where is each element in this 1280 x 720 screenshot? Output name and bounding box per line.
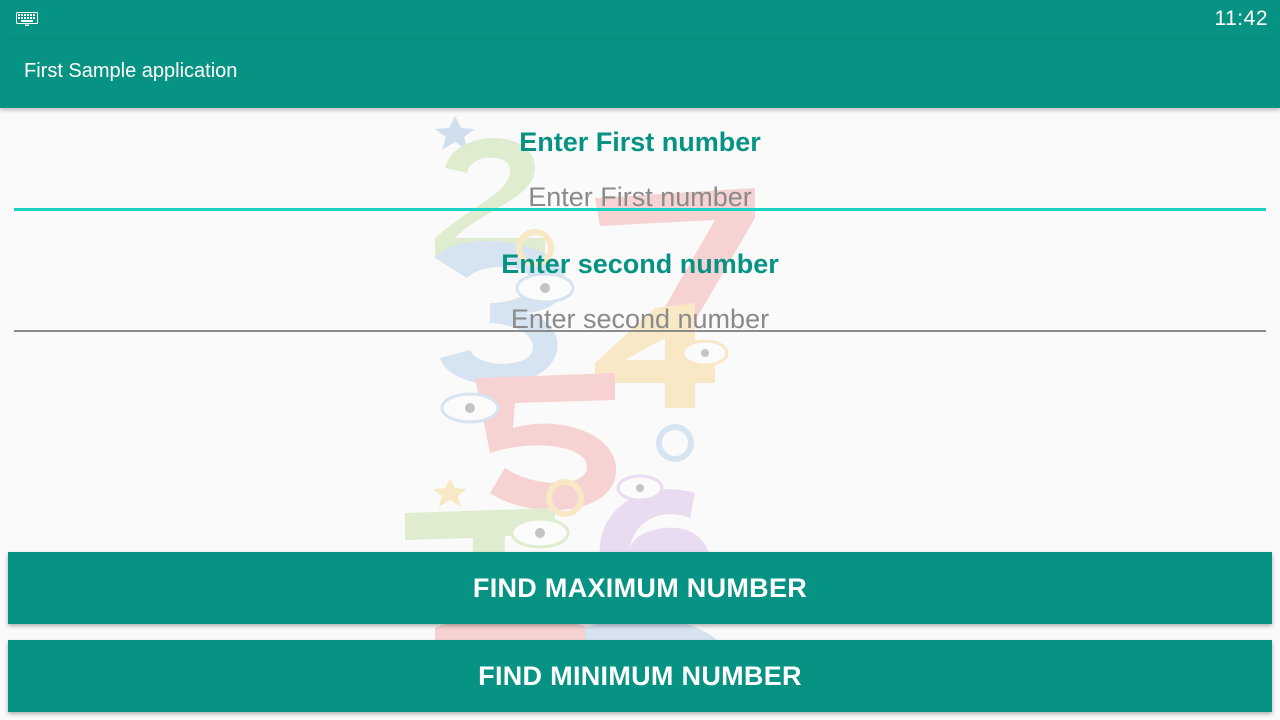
find-minimum-button[interactable]: FIND MINIMUM NUMBER [8, 640, 1272, 712]
first-number-label: Enter First number [519, 127, 761, 157]
status-bar: 11:42 [0, 0, 1280, 40]
form-area: Enter First number Enter second number F… [0, 108, 1280, 720]
app-bar: First Sample application [0, 40, 1280, 108]
first-number-underline [14, 208, 1266, 211]
second-number-input[interactable] [14, 297, 1266, 341]
second-number-label: Enter second number [501, 249, 779, 279]
app-title: First Sample application [24, 60, 238, 82]
find-maximum-button[interactable]: FIND MAXIMUM NUMBER [8, 552, 1272, 624]
keyboard-icon [16, 12, 38, 26]
second-number-underline [14, 330, 1266, 332]
first-number-input[interactable] [14, 175, 1266, 219]
clock: 11:42 [1214, 7, 1268, 30]
app-screen: 11:42 First Sample application Enter Fir… [0, 0, 1280, 720]
